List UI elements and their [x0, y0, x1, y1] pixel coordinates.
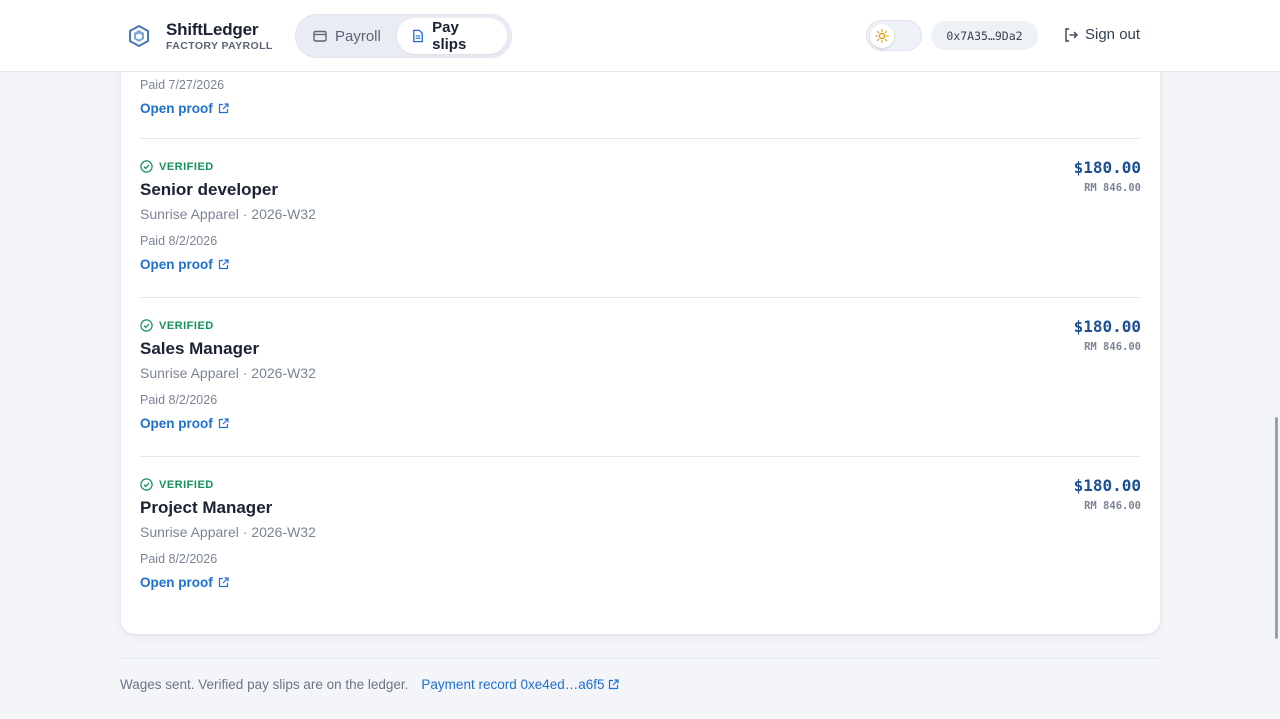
sun-icon [875, 29, 889, 43]
check-circle-icon [140, 160, 153, 173]
logo-icon [129, 25, 149, 47]
open-proof-label: Open proof [140, 257, 213, 272]
external-link-icon [218, 259, 229, 270]
amount-rm: RM 846.00 [1084, 341, 1141, 353]
amount-rm: RM 846.00 [1084, 500, 1141, 512]
amount-usd: $180.00 [1073, 158, 1141, 177]
wallet-icon [313, 30, 327, 42]
footer: Wages sent. Verified pay slips are on th… [120, 677, 619, 692]
theme-toggle[interactable] [866, 20, 922, 51]
open-proof-label: Open proof [140, 416, 213, 431]
pay-slip-item: VERIFIED Senior developer Sunrise Appare… [140, 138, 1141, 274]
sign-out-button[interactable]: Sign out [1063, 26, 1140, 43]
brand-name: ShiftLedger [166, 20, 259, 39]
paid-date: Paid 8/2/2026 [140, 552, 218, 566]
external-link-icon [218, 103, 229, 114]
open-proof-link[interactable]: Open proof [140, 416, 229, 431]
check-circle-icon [140, 319, 153, 332]
footer-message: Wages sent. Verified pay slips are on th… [120, 677, 409, 692]
role-title: Senior developer [140, 180, 278, 199]
status-label: VERIFIED [159, 160, 214, 173]
status-label: VERIFIED [159, 478, 214, 491]
open-proof-label: Open proof [140, 575, 213, 590]
slip-amount: $180.00 RM 846.00 [1074, 476, 1141, 512]
brand-subtitle: FACTORY PAYROLL [166, 40, 273, 52]
check-circle-icon [140, 478, 153, 491]
tab-payroll[interactable]: Payroll [299, 18, 397, 54]
open-proof-link[interactable]: Open proof [140, 257, 229, 272]
slip-meta: Sunrise Apparel · 2026-W32 [140, 524, 316, 540]
wallet-address-chip[interactable]: 0x7A35…9Da2 [931, 21, 1038, 50]
open-proof-link[interactable]: Open proof [140, 575, 229, 590]
brand[interactable]: ShiftLedger FACTORY PAYROLL [128, 20, 273, 52]
pay-slip-item: Paid 7/27/2026 Open proof [140, 78, 1141, 118]
footer-divider [120, 658, 1161, 659]
paid-date: Paid 8/2/2026 [140, 234, 218, 248]
role-title: Project Manager [140, 498, 273, 517]
pay-slips-card: Paid 7/27/2026 Open proof VERIFIED Senio… [121, 40, 1160, 634]
tab-payroll-label: Payroll [335, 27, 381, 45]
open-proof-label: Open proof [140, 101, 213, 116]
external-link-icon [608, 679, 619, 690]
external-link-icon [218, 418, 229, 429]
slip-meta: Sunrise Apparel · 2026-W32 [140, 206, 316, 222]
payment-record-link[interactable]: Payment record 0xe4ed…a6f5 [421, 677, 619, 692]
slip-amount: $180.00 RM 846.00 [1074, 158, 1141, 194]
role-title: Sales Manager [140, 339, 260, 358]
tab-pay-slips[interactable]: Pay slips [397, 18, 507, 54]
verified-badge: VERIFIED [140, 160, 1141, 173]
payment-record-label: Payment record 0xe4ed…a6f5 [421, 677, 605, 692]
amount-usd: $180.00 [1073, 317, 1141, 336]
external-link-icon [218, 577, 229, 588]
status-label: VERIFIED [159, 319, 214, 332]
amount-rm: RM 846.00 [1084, 182, 1141, 194]
toggle-knob [870, 24, 894, 48]
page-scrollbar[interactable] [1275, 417, 1278, 639]
tab-pay-slips-label: Pay slips [432, 19, 467, 53]
document-icon [413, 29, 423, 43]
slip-meta: Sunrise Apparel · 2026-W32 [140, 365, 316, 381]
pay-slip-item: VERIFIED Sales Manager Sunrise Apparel ·… [140, 297, 1141, 433]
sign-out-icon [1065, 27, 1078, 42]
open-proof-link[interactable]: Open proof [140, 101, 229, 116]
verified-badge: VERIFIED [140, 319, 1141, 332]
amount-usd: $180.00 [1073, 476, 1141, 495]
verified-badge: VERIFIED [140, 478, 1141, 491]
top-bar: ShiftLedger FACTORY PAYROLL Payroll Pay … [0, 0, 1280, 72]
pay-slip-item: VERIFIED Project Manager Sunrise Apparel… [140, 456, 1141, 592]
sign-out-label: Sign out [1085, 26, 1141, 43]
main-nav: Payroll Pay slips [295, 14, 512, 58]
paid-date: Paid 8/2/2026 [140, 393, 218, 407]
slip-amount: $180.00 RM 846.00 [1074, 317, 1141, 353]
paid-date: Paid 7/27/2026 [140, 78, 225, 92]
